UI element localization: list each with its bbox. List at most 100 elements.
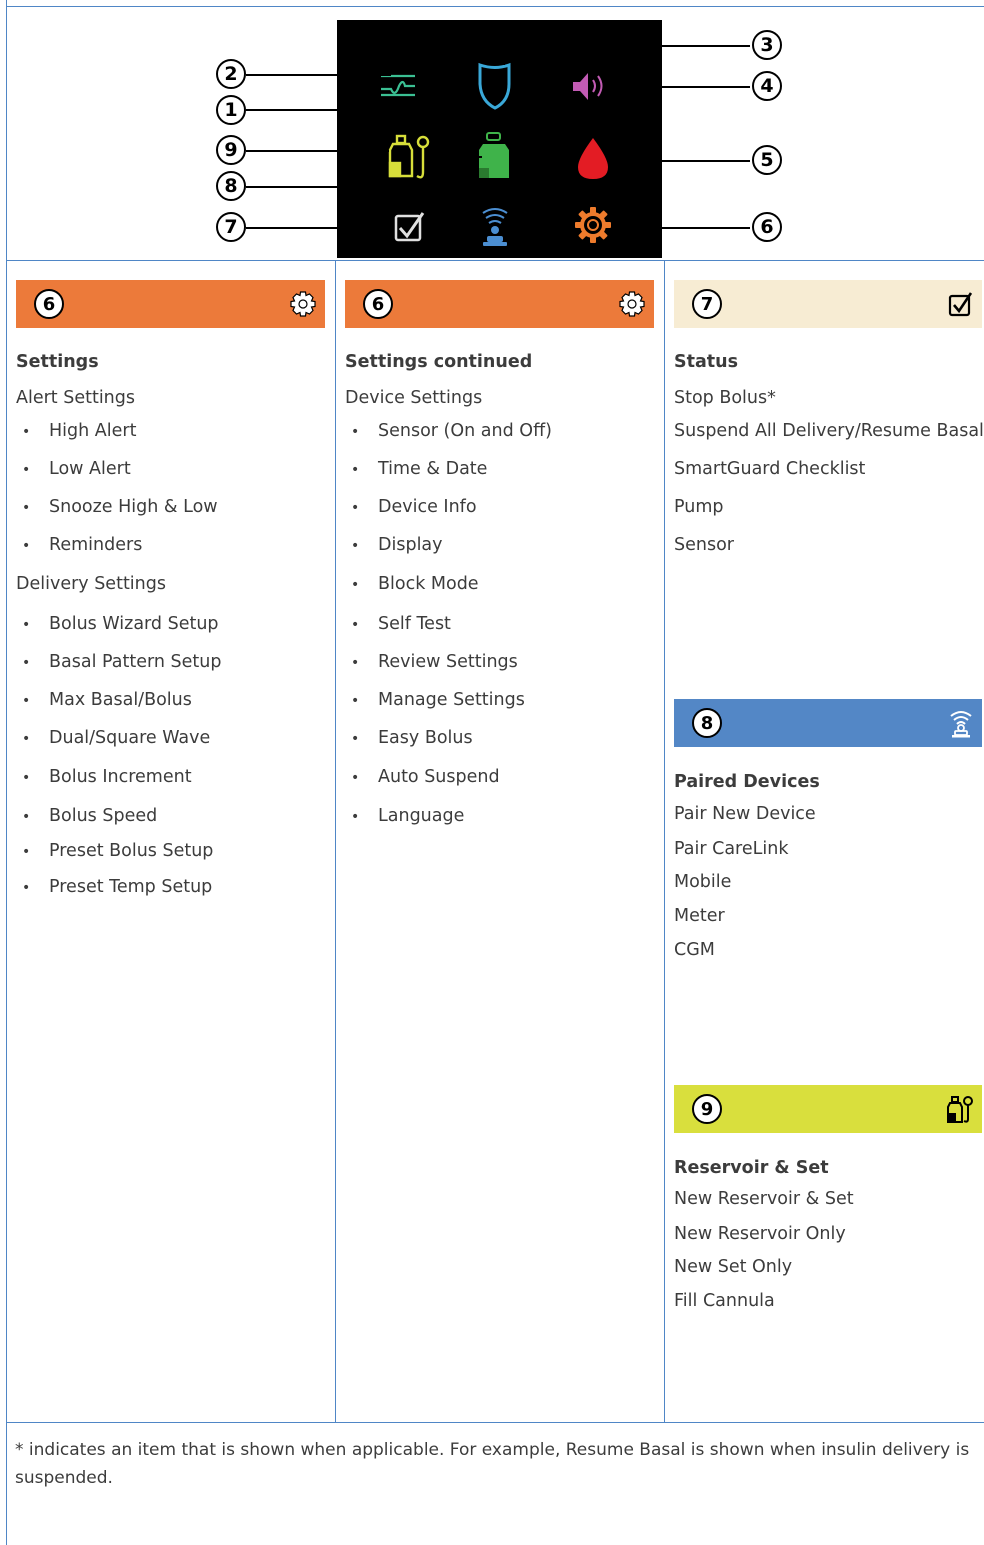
list-item[interactable]: Pair CareLink xyxy=(674,839,788,859)
list-item[interactable]: New Reservoir Only xyxy=(674,1224,846,1244)
bullet-marker: • xyxy=(22,770,31,786)
list-item[interactable]: Sensor (On and Off) xyxy=(378,421,552,441)
checkmark-icon xyxy=(948,291,974,317)
bullet-marker: • xyxy=(351,462,360,478)
leader-2 xyxy=(246,74,391,76)
list-item[interactable]: Snooze High & Low xyxy=(49,497,218,517)
settings-continued-title: Settings continued xyxy=(345,352,533,372)
callout-1: 1 xyxy=(216,95,246,125)
gear-icon xyxy=(618,290,646,318)
footnote-divider-line xyxy=(6,1422,984,1423)
list-item[interactable]: New Set Only xyxy=(674,1257,792,1277)
list-item[interactable]: Meter xyxy=(674,906,725,926)
list-item[interactable]: Pump xyxy=(674,497,724,517)
leader-1 xyxy=(246,109,459,111)
list-item[interactable]: Self Test xyxy=(378,614,451,634)
leader-3-down xyxy=(503,45,505,65)
bullet-marker: • xyxy=(351,424,360,440)
bullet-marker: • xyxy=(351,809,360,825)
settings-continued-header: 6 xyxy=(345,280,654,328)
reservoir-set-header: 9 xyxy=(674,1085,982,1133)
footnote: * indicates an item that is shown when a… xyxy=(15,1440,970,1488)
diagram-divider-line xyxy=(6,260,984,261)
list-item[interactable]: Block Mode xyxy=(378,574,479,594)
leader-8-down xyxy=(495,186,497,194)
callout-8: 8 xyxy=(216,171,246,201)
bullet-marker: • xyxy=(22,538,31,554)
reservoir-set-title: Reservoir & Set xyxy=(674,1158,829,1178)
bullet-marker: • xyxy=(351,577,360,593)
list-item[interactable]: New Reservoir & Set xyxy=(674,1189,854,1209)
frame-top-line xyxy=(6,6,984,7)
list-item[interactable]: Preset Bolus Setup xyxy=(49,841,213,861)
list-item[interactable]: Stop Bolus* xyxy=(674,388,776,408)
leader-1-end xyxy=(458,156,482,158)
sensor-graph-icon xyxy=(381,74,415,97)
bullet-marker: • xyxy=(351,500,360,516)
gear-icon xyxy=(575,207,611,243)
list-item[interactable]: Time & Date xyxy=(378,459,487,479)
paired-device-icon xyxy=(948,708,974,738)
blood-drop-icon xyxy=(578,138,608,179)
bullet-marker: • xyxy=(351,693,360,709)
column-divider-1 xyxy=(335,260,336,1423)
list-item[interactable]: Low Alert xyxy=(49,459,131,479)
list-item[interactable]: Preset Temp Setup xyxy=(49,877,212,897)
alert-settings-label: Alert Settings xyxy=(16,388,135,408)
callout-6: 6 xyxy=(752,212,782,242)
status-number-badge: 7 xyxy=(692,289,722,319)
reservoir-set-number-badge: 9 xyxy=(692,1094,722,1124)
callout-4: 4 xyxy=(752,71,782,101)
leader-9 xyxy=(246,150,389,152)
device-settings-label: Device Settings xyxy=(345,388,483,408)
list-item[interactable]: Basal Pattern Setup xyxy=(49,652,221,672)
pump-menu-screen xyxy=(337,20,662,258)
column-divider-2 xyxy=(664,260,665,1423)
callout-9: 9 xyxy=(216,135,246,165)
leader-3 xyxy=(503,45,750,47)
list-item[interactable]: Reminders xyxy=(49,535,142,555)
list-item[interactable]: Easy Bolus xyxy=(378,728,473,748)
list-item[interactable]: Bolus Increment xyxy=(49,767,192,787)
paired-devices-header: 8 xyxy=(674,699,982,747)
list-item[interactable]: Manage Settings xyxy=(378,690,525,710)
callout-3: 3 xyxy=(752,30,782,60)
smartguard-shield-icon xyxy=(478,62,511,110)
list-item[interactable]: Dual/Square Wave xyxy=(49,728,210,748)
bullet-marker: • xyxy=(351,538,360,554)
checkmark-icon xyxy=(394,212,425,242)
list-item[interactable]: CGM xyxy=(674,940,715,960)
list-item[interactable]: Fill Cannula xyxy=(674,1291,775,1311)
list-item[interactable]: Bolus Speed xyxy=(49,806,157,826)
list-item[interactable]: Sensor xyxy=(674,535,734,555)
bullet-marker: • xyxy=(22,693,31,709)
list-item[interactable]: Auto Suspend xyxy=(378,767,500,787)
gear-icon xyxy=(289,290,317,318)
list-item[interactable]: SmartGuard Checklist xyxy=(674,459,865,479)
frame-left-line xyxy=(6,0,7,1545)
list-item[interactable]: Max Basal/Bolus xyxy=(49,690,192,710)
audio-icon xyxy=(573,73,603,100)
bullet-marker: • xyxy=(351,655,360,671)
callout-2: 2 xyxy=(216,59,246,89)
list-item[interactable]: Mobile xyxy=(674,872,731,892)
bullet-marker: • xyxy=(22,424,31,440)
leader-6 xyxy=(613,227,750,229)
list-item[interactable]: Pair New Device xyxy=(674,804,816,824)
list-item[interactable]: High Alert xyxy=(49,421,136,441)
list-item[interactable]: Bolus Wizard Setup xyxy=(49,614,219,634)
leader-4 xyxy=(613,86,750,88)
list-item[interactable]: Review Settings xyxy=(378,652,518,672)
paired-device-icon xyxy=(482,208,508,246)
leader-5 xyxy=(608,160,750,162)
list-item[interactable]: Suspend All Delivery/Resume Basal* xyxy=(674,421,984,441)
bullet-marker: • xyxy=(22,655,31,671)
leader-7 xyxy=(246,227,391,229)
callout-5: 5 xyxy=(752,145,782,175)
list-item[interactable]: Device Info xyxy=(378,497,477,517)
bullet-marker: • xyxy=(351,731,360,747)
bullet-marker: • xyxy=(22,500,31,516)
list-item[interactable]: Display xyxy=(378,535,443,555)
callout-7: 7 xyxy=(216,212,246,242)
list-item[interactable]: Language xyxy=(378,806,464,826)
